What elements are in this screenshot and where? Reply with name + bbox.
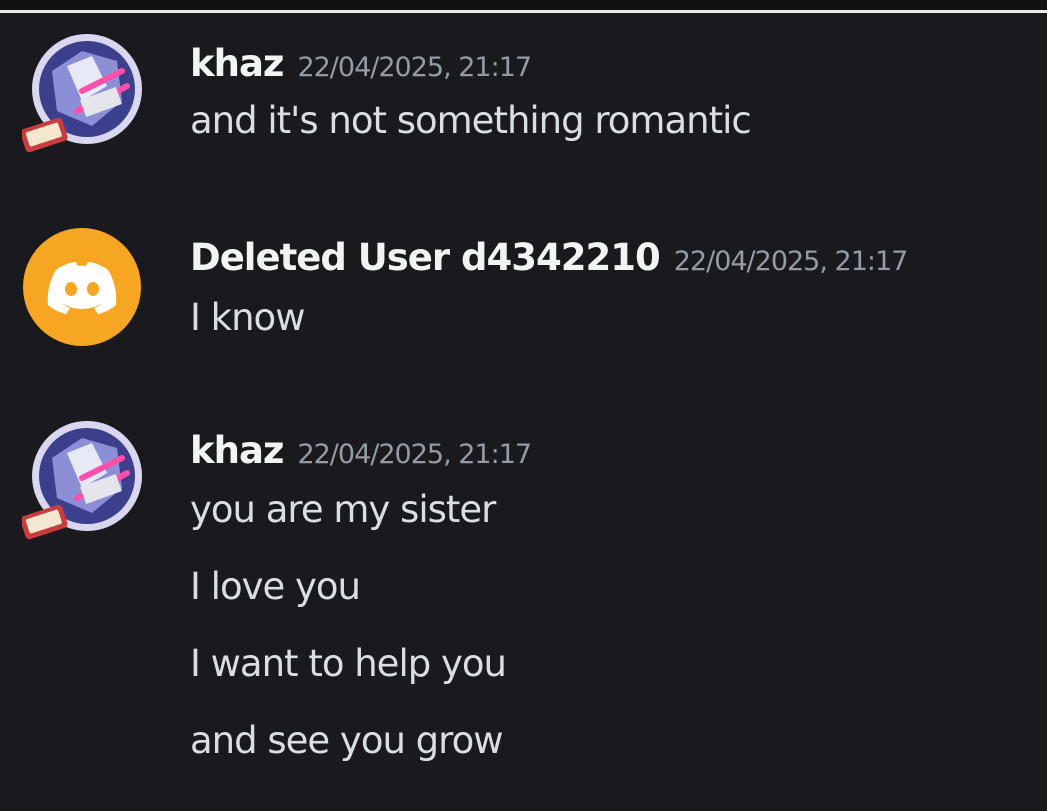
chat-log: khaz 22/04/2025, 21:17 and it's not somet… bbox=[0, 13, 1047, 811]
discord-logo-icon[interactable] bbox=[22, 228, 144, 350]
timestamp[interactable]: 22/04/2025, 21:17 bbox=[674, 246, 909, 277]
message-text: and see you grow bbox=[190, 719, 503, 762]
message-header: khaz 22/04/2025, 21:17 bbox=[190, 429, 532, 472]
message-text: I know bbox=[190, 296, 305, 339]
message-header: Deleted User d4342210 22/04/2025, 21:17 bbox=[190, 236, 909, 279]
timestamp[interactable]: 22/04/2025, 21:17 bbox=[297, 439, 532, 470]
username[interactable]: khaz bbox=[190, 42, 284, 85]
anime-avatar-icon[interactable] bbox=[22, 418, 144, 540]
username[interactable]: khaz bbox=[190, 429, 284, 472]
anime-avatar-icon[interactable] bbox=[22, 31, 144, 153]
message-text: I want to help you bbox=[190, 642, 507, 685]
timestamp[interactable]: 22/04/2025, 21:17 bbox=[297, 52, 532, 83]
message-header: khaz 22/04/2025, 21:17 bbox=[190, 42, 532, 85]
message-text: you are my sister bbox=[190, 488, 496, 531]
message-text: I love you bbox=[190, 565, 361, 608]
username[interactable]: Deleted User d4342210 bbox=[190, 236, 661, 279]
message-text: and it's not something romantic bbox=[190, 99, 752, 142]
